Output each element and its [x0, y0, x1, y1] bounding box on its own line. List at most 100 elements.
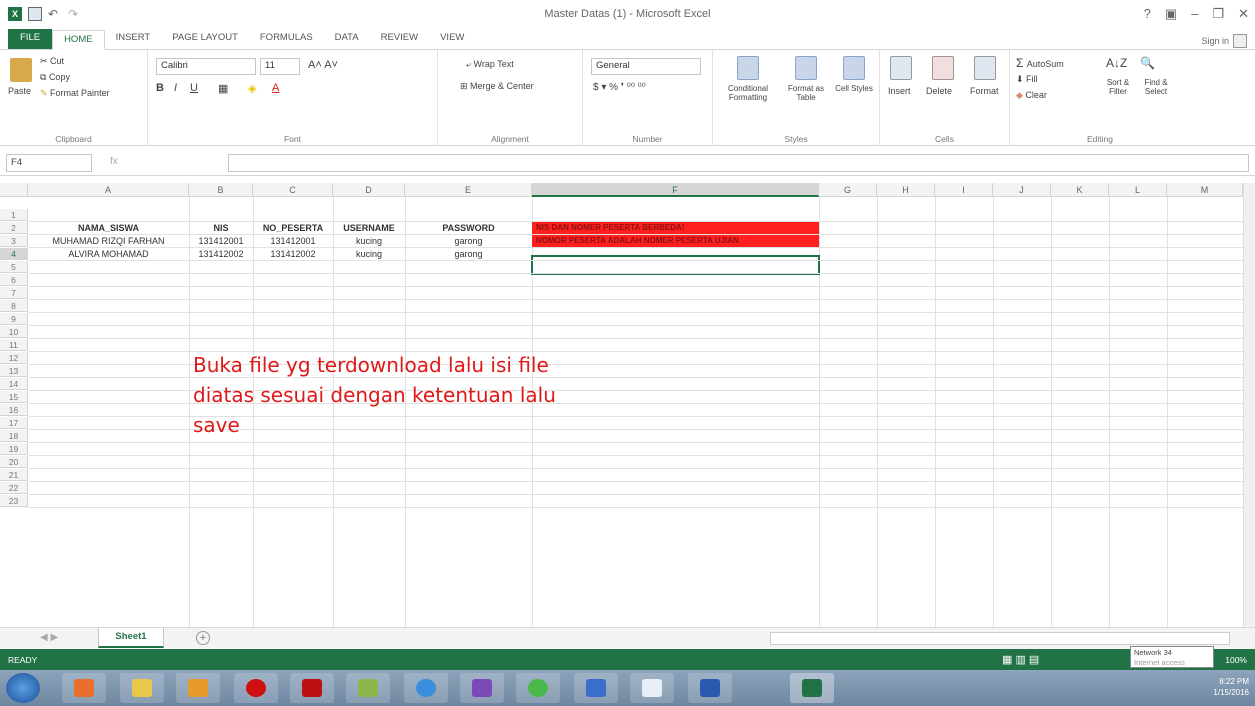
autosum-button[interactable]: Σ AutoSum — [1016, 56, 1064, 70]
row-header-17[interactable]: 17 — [0, 417, 28, 429]
tab-file[interactable]: FILE — [8, 29, 53, 49]
col-header-m[interactable]: M — [1167, 183, 1243, 197]
border-icon[interactable]: ▦ — [218, 82, 228, 95]
row-header-8[interactable]: 8 — [0, 300, 28, 312]
row-header-16[interactable]: 16 — [0, 404, 28, 416]
cell-a1[interactable]: NAMA_SISWA — [28, 222, 189, 234]
fill-color-icon[interactable]: ◈ — [248, 82, 256, 95]
col-header-b[interactable]: B — [189, 183, 253, 197]
delete-button[interactable]: Delete — [926, 86, 952, 96]
redo-icon[interactable]: ↷ — [68, 7, 82, 21]
row-header-1[interactable]: 1 — [0, 209, 28, 221]
network-app-taskbar[interactable] — [574, 673, 618, 703]
tab-page-layout[interactable]: PAGE LAYOUT — [161, 29, 249, 49]
system-clock[interactable]: 8:22 PM 1/15/2016 — [1213, 676, 1249, 698]
paste-icon[interactable] — [10, 58, 32, 82]
ribbon-display-icon[interactable]: ▣ — [1165, 6, 1177, 22]
font-size-dropdown[interactable]: 11 — [260, 58, 300, 75]
app-taskbar[interactable] — [460, 673, 504, 703]
cell-c1[interactable]: NO_PESERTA — [253, 222, 333, 234]
explorer-taskbar[interactable] — [120, 673, 164, 703]
row-header-19[interactable]: 19 — [0, 443, 28, 455]
cell-e3[interactable]: garong — [405, 248, 532, 260]
cell-b2[interactable]: 131412001 — [189, 235, 253, 247]
undo-icon[interactable]: ↶ — [48, 7, 62, 21]
grow-font-icon[interactable]: A˄ A˅ — [308, 59, 338, 71]
number-format-dropdown[interactable]: General — [591, 58, 701, 75]
select-all-corner[interactable] — [0, 183, 28, 197]
conditional-formatting-button[interactable]: Conditional Formatting — [723, 84, 773, 102]
row-header-3[interactable]: 3 — [0, 235, 28, 247]
insert-icon[interactable] — [890, 56, 912, 80]
media-taskbar[interactable] — [176, 673, 220, 703]
tab-data[interactable]: DATA — [324, 29, 370, 49]
tab-insert[interactable]: INSERT — [105, 29, 162, 49]
col-header-c[interactable]: C — [253, 183, 333, 197]
fill-button[interactable]: ⬇ Fill — [1016, 74, 1038, 85]
italic-icon[interactable]: I — [174, 82, 177, 94]
conditional-formatting-icon[interactable] — [737, 56, 759, 80]
row-header-20[interactable]: 20 — [0, 456, 28, 468]
col-header-k[interactable]: K — [1051, 183, 1109, 197]
cell-f2-note[interactable]: NOMOR PESERTA ADALAH NOMER PESERTA UJIAN — [532, 235, 819, 247]
horizontal-scrollbar[interactable] — [770, 632, 1230, 645]
start-button[interactable] — [6, 673, 40, 703]
cell-c3[interactable]: 131412002 — [253, 248, 333, 260]
row-header-15[interactable]: 15 — [0, 391, 28, 403]
cell-f1-note[interactable]: NIS DAN NOMER PESERTA BERBEDA! — [532, 222, 819, 234]
find-select-button[interactable]: Find & Select — [1138, 78, 1174, 96]
view-buttons[interactable]: ▦ ▥ ▤ — [1002, 653, 1039, 666]
tab-home[interactable]: HOME — [52, 30, 105, 50]
row-header-22[interactable]: 22 — [0, 482, 28, 494]
vertical-scrollbar[interactable] — [1243, 183, 1255, 627]
excel-taskbar[interactable] — [790, 673, 834, 703]
bold-icon[interactable]: B — [156, 82, 164, 94]
paint-taskbar[interactable] — [346, 673, 390, 703]
sort-filter-button[interactable]: Sort & Filter — [1100, 78, 1136, 96]
chrome-taskbar[interactable] — [404, 673, 448, 703]
delete-icon[interactable] — [932, 56, 954, 80]
col-header-e[interactable]: E — [405, 183, 532, 197]
row-header-14[interactable]: 14 — [0, 378, 28, 390]
format-table-button[interactable]: Format as Table — [783, 84, 829, 102]
row-header-23[interactable]: 23 — [0, 495, 28, 507]
cell-e1[interactable]: PASSWORD — [405, 222, 532, 234]
col-header-d[interactable]: D — [333, 183, 405, 197]
sort-icon[interactable]: A↓Z — [1106, 56, 1127, 70]
row-header-9[interactable]: 9 — [0, 313, 28, 325]
cell-d2[interactable]: kucing — [333, 235, 405, 247]
utorrent-taskbar[interactable] — [516, 673, 560, 703]
formula-input[interactable] — [228, 154, 1249, 172]
firefox-taskbar[interactable] — [62, 673, 106, 703]
clear-button[interactable]: ◆ Clear — [1016, 90, 1047, 101]
sheet-nav-icon[interactable]: ◀ ▶ — [40, 632, 58, 643]
insert-button[interactable]: Insert — [888, 86, 911, 96]
row-header-4[interactable]: 4 — [0, 248, 28, 260]
selected-cell-f4[interactable] — [531, 255, 820, 275]
cell-styles-button[interactable]: Cell Styles — [835, 84, 873, 93]
tab-view[interactable]: VIEW — [429, 29, 475, 49]
save-icon[interactable] — [28, 7, 42, 21]
cell-a2[interactable]: MUHAMAD RIZQI FARHAN — [28, 235, 189, 247]
col-header-g[interactable]: G — [819, 183, 877, 197]
name-box[interactable]: F4 — [6, 154, 92, 172]
sheet-tab-sheet1[interactable]: Sheet1 — [98, 628, 164, 648]
notepad-taskbar[interactable] — [630, 673, 674, 703]
cell-styles-icon[interactable] — [843, 56, 865, 80]
cell-e2[interactable]: garong — [405, 235, 532, 247]
cell-b1[interactable]: NIS — [189, 222, 253, 234]
paste-button[interactable]: Paste — [8, 86, 31, 96]
row-header-5[interactable]: 5 — [0, 261, 28, 273]
row-header-12[interactable]: 12 — [0, 352, 28, 364]
cell-d3[interactable]: kucing — [333, 248, 405, 260]
col-header-i[interactable]: I — [935, 183, 993, 197]
row-header-10[interactable]: 10 — [0, 326, 28, 338]
row-header-6[interactable]: 6 — [0, 274, 28, 286]
word-taskbar[interactable] — [688, 673, 732, 703]
col-header-l[interactable]: L — [1109, 183, 1167, 197]
help-icon[interactable]: ? — [1144, 6, 1151, 22]
col-header-f[interactable]: F — [532, 183, 819, 197]
merge-center-button[interactable]: ⊞ Merge & Center — [460, 81, 534, 92]
row-header-11[interactable]: 11 — [0, 339, 28, 351]
col-header-h[interactable]: H — [877, 183, 935, 197]
